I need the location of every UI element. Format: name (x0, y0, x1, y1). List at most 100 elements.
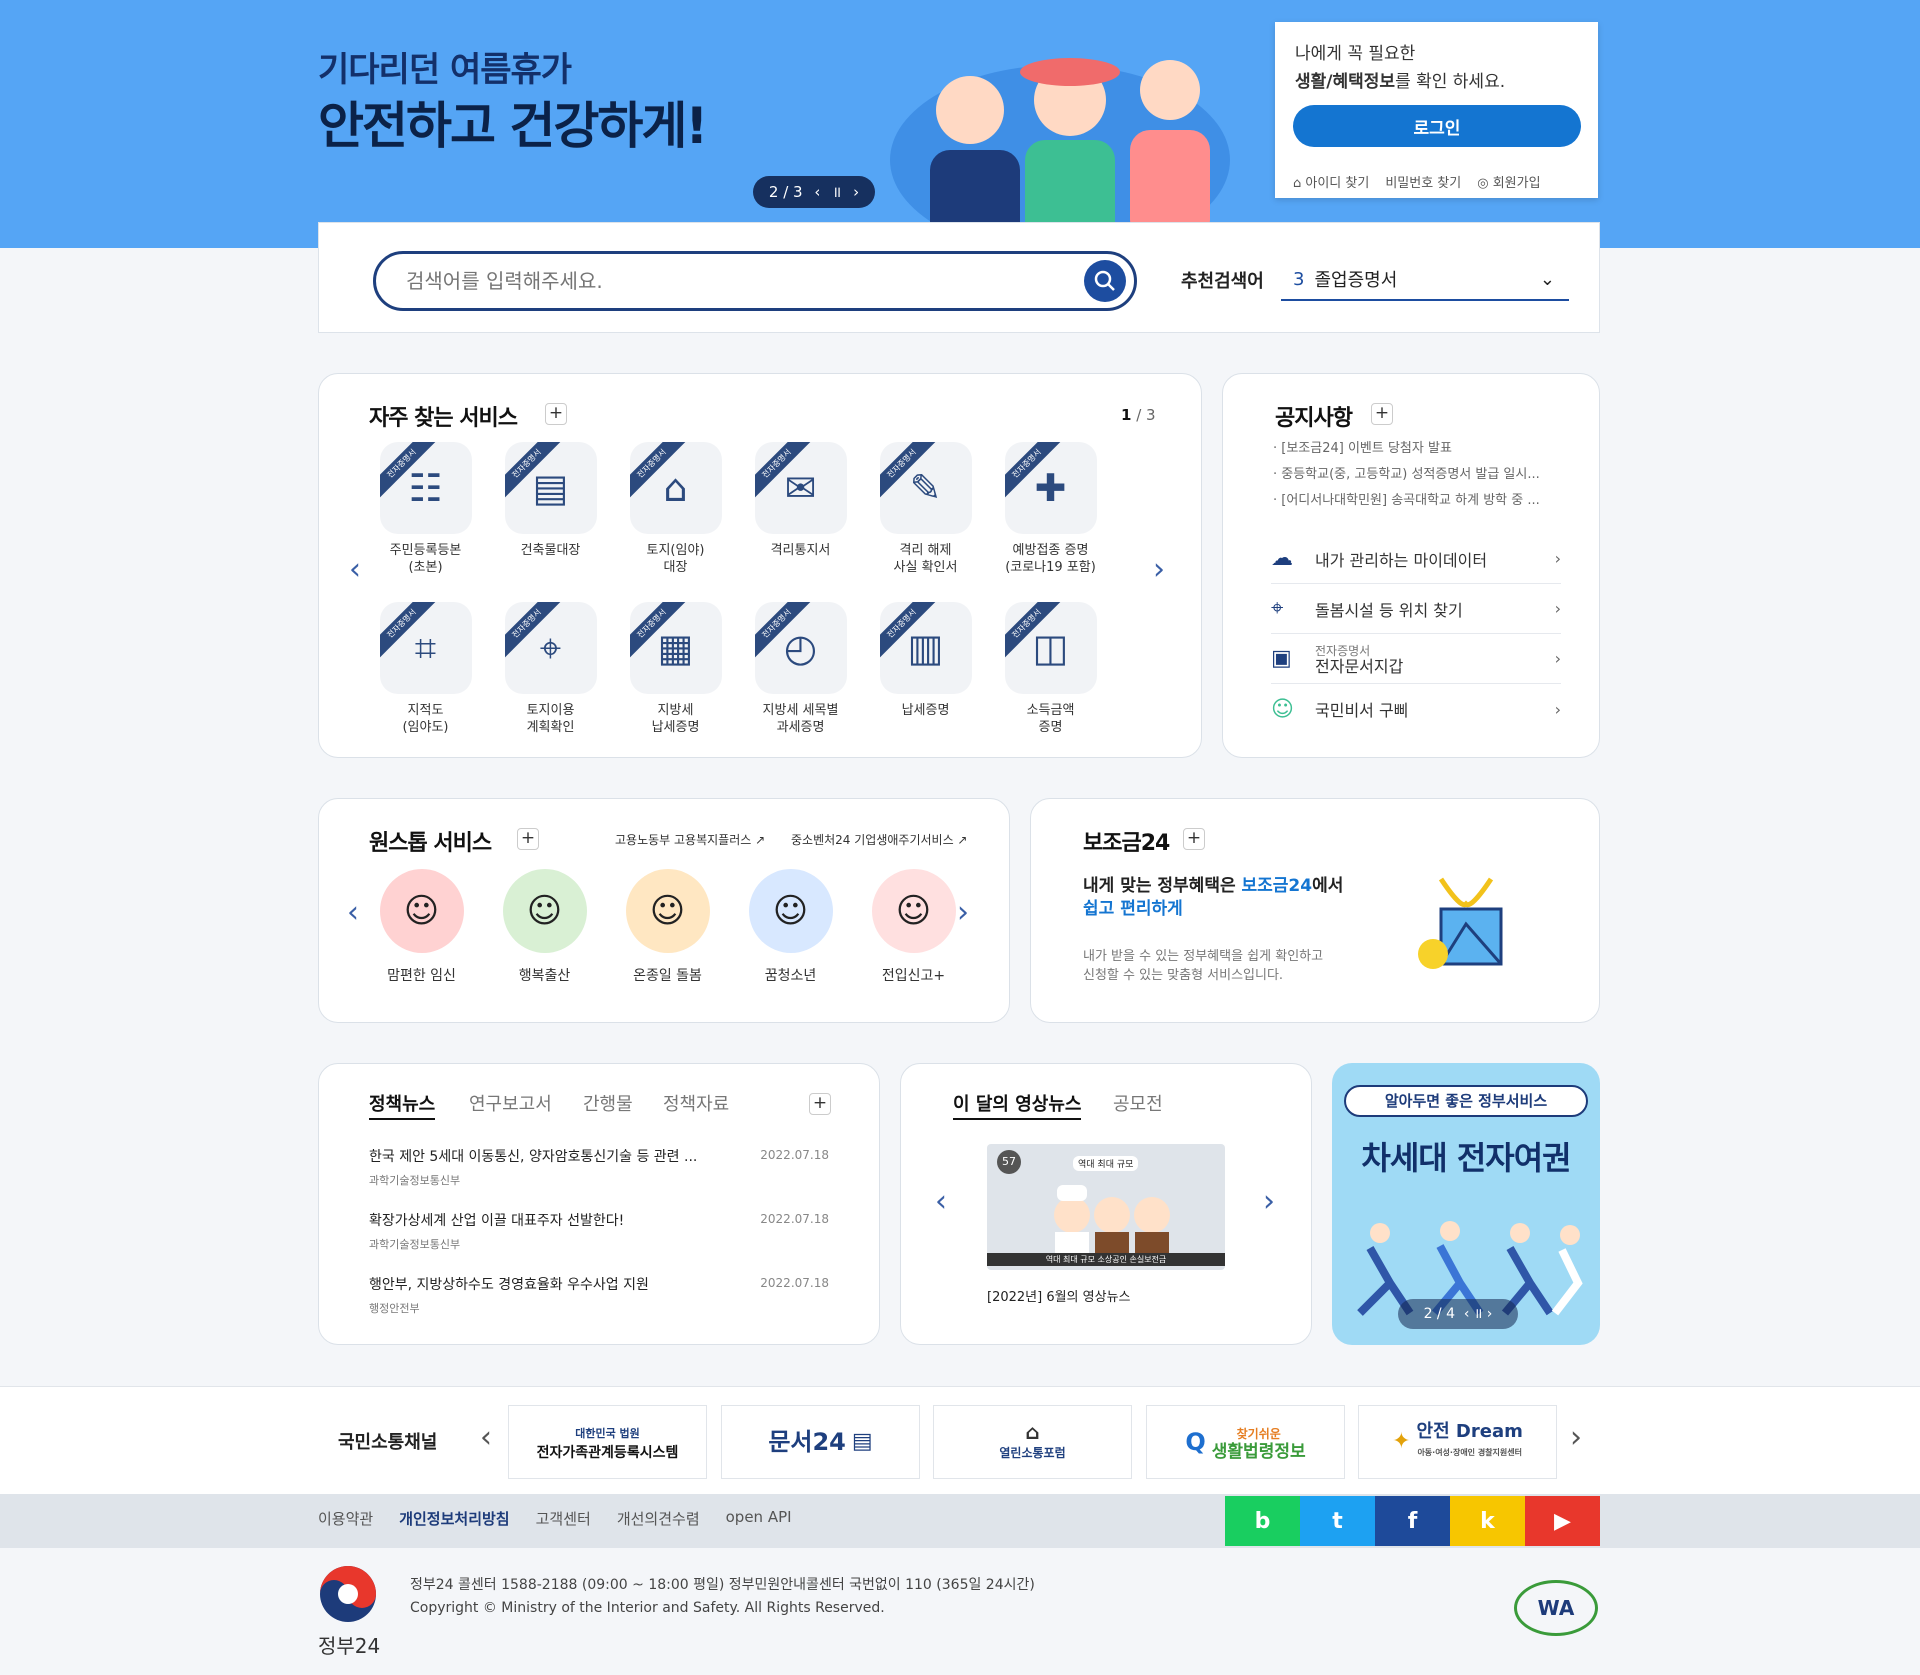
chevron-right-icon[interactable]: › (1570, 1420, 1582, 1455)
onestop-item[interactable]: ☺ 전입신고+ (851, 869, 976, 985)
frequent-service-item[interactable]: 전자증명서 ▥ 납세증명 (863, 602, 988, 719)
service-glyph-icon: ▦ (657, 626, 694, 670)
location-pin-icon: ⌖ (1271, 596, 1284, 621)
frequent-service-item[interactable]: 전자증명서 ▤ 건축물대장 (488, 442, 613, 559)
onestop-link-1[interactable]: 고용노동부 고용복지플러스 ↗ (615, 831, 765, 848)
service-label-line2: (임야도) (402, 720, 449, 735)
service-label: 건축물대장 (488, 542, 613, 559)
onestop-link-2[interactable]: 중소벤처24 기업생애주기서비스 ↗ (791, 831, 967, 848)
more-plus-icon[interactable]: + (545, 403, 567, 425)
service-label-line2: 과세증명 (776, 720, 825, 735)
channel-court-family-registry[interactable]: 대한민국 법원 전자가족관계등록시스템 (508, 1405, 707, 1479)
chevron-left-icon[interactable]: ‹ (480, 1420, 492, 1455)
onestop-item[interactable]: ☺ 온종일 돌봄 (605, 869, 730, 985)
channel-open-forum[interactable]: ⌂ 열린소통포럼 (933, 1405, 1132, 1479)
cloud-icon: ☁ (1271, 546, 1293, 571)
privacy-policy-link[interactable]: 개인정보처리방침 (399, 1508, 509, 1529)
chevron-left-icon[interactable]: ‹ (347, 895, 359, 930)
tab-publications[interactable]: 간행물 (583, 1090, 633, 1116)
news-item[interactable]: 행안부, 지방상하수도 경영효율화 우수사업 지원 행정안전부 2022.07.… (369, 1274, 829, 1316)
care-facility-link[interactable]: ⌖ 돌봄시설 등 위치 찾기 › (1271, 584, 1561, 634)
search-button[interactable] (1084, 260, 1126, 302)
frequent-service-item[interactable]: 전자증명서 ✎ 격리 해제 사실 확인서 (863, 442, 988, 576)
people-icon: ☺ (772, 891, 809, 931)
tab-research-reports[interactable]: 연구보고서 (469, 1090, 552, 1116)
frequent-service-item[interactable]: 전자증명서 ⌖ 토지이용 계획확인 (488, 602, 613, 736)
channel-label-line2: 전자가족관계등록시스템 (536, 1444, 679, 1461)
onestop-label: 온종일 돌봄 (633, 968, 702, 984)
kakao-story-icon[interactable]: k (1450, 1496, 1525, 1546)
chevron-left-icon[interactable]: ‹ (349, 552, 361, 587)
next-icon[interactable]: › (853, 183, 859, 201)
subsidy-desc-line1: 내가 받을 수 있는 정부혜택을 쉽게 확인하고 (1083, 949, 1324, 964)
frequent-service-item[interactable]: 전자증명서 ☷ 주민등록등본 (초본) (363, 442, 488, 576)
more-plus-icon[interactable]: + (517, 828, 539, 850)
more-plus-icon[interactable]: + (1183, 828, 1205, 850)
chevron-right-icon[interactable]: › (1263, 1184, 1275, 1219)
subsidy-card: 보조금24 + 내게 맞는 정부혜택은 보조금24에서 쉽고 편리하게 내가 받… (1030, 798, 1600, 1023)
more-plus-icon[interactable]: + (809, 1093, 831, 1115)
subsidy-desc-line2: 신청할 수 있는 맞춤형 서비스입니다. (1083, 968, 1284, 983)
chevron-down-icon[interactable]: ⌄ (1540, 269, 1555, 290)
search-input[interactable] (406, 266, 1046, 296)
tab-policy-news[interactable]: 정책뉴스 (369, 1090, 436, 1120)
onestop-item[interactable]: ☺ 맘편한 임신 (359, 869, 484, 985)
onestop-item[interactable]: ☺ 꿈청소년 (728, 869, 853, 985)
customer-center-link[interactable]: 고객센터 (536, 1508, 591, 1529)
onestop-card: 원스톱 서비스 + 고용노동부 고용복지플러스 ↗ 중소벤처24 기업생애주기서… (318, 798, 1010, 1023)
notice-item[interactable]: · [어디서나대학민원] 송곡대학교 하계 방학 중 ... (1273, 488, 1540, 514)
hero-banner[interactable]: 기다리던 여름휴가 안전하고 건강하게! 2 / 3 ‹ ॥ › (0, 0, 1920, 248)
onestop-label: 꿈청소년 (764, 968, 817, 984)
blog-icon[interactable]: b (1225, 1496, 1300, 1546)
more-plus-icon[interactable]: + (1371, 403, 1393, 425)
frequent-service-item[interactable]: 전자증명서 ✚ 예방접종 증명 (코로나19 포함) (988, 442, 1113, 576)
open-api-link[interactable]: open API (726, 1508, 792, 1529)
e-wallet-link[interactable]: ▣ 전자증명서 전자문서지갑 › (1271, 634, 1561, 684)
channel-title: 국민소통채널 (338, 1432, 438, 1453)
prev-icon[interactable]: ‹ (814, 183, 820, 201)
channel-safe-dream[interactable]: ✦ 안전 Dream 아동·여성·장애인 경찰지원센터 (1358, 1405, 1557, 1479)
frequent-service-item[interactable]: 전자증명서 ▦ 지방세 납세증명 (613, 602, 738, 736)
login-intro-line2: 생활/혜택정보를 확인 하세요. (1295, 68, 1578, 96)
e-passport-banner[interactable]: 알아두면 좋은 정부서비스 차세대 전자여권 2 / 4 ‹ ॥ › (1332, 1063, 1600, 1345)
frequent-service-item[interactable]: 전자증명서 ✉ 격리통지서 (738, 442, 863, 559)
recommended-search-dropdown[interactable]: 3 졸업증명서 ⌄ (1281, 259, 1569, 301)
service-glyph-icon: ⌂ (663, 466, 688, 510)
terms-link[interactable]: 이용약관 (318, 1508, 373, 1529)
tab-policy-materials[interactable]: 정책자료 (663, 1090, 729, 1116)
frequent-service-item[interactable]: 전자증명서 ⌂ 토지(임야) 대장 (613, 442, 738, 576)
frequent-service-item[interactable]: 전자증명서 ◴ 지방세 세목별 과세증명 (738, 602, 863, 736)
frequent-service-item[interactable]: 전자증명서 ◫ 소득금액 증명 (988, 602, 1113, 736)
feedback-link[interactable]: 개선의견수렴 (617, 1508, 700, 1529)
video-caption[interactable]: [2022년] 6월의 영상뉴스 (987, 1286, 1130, 1305)
chevron-right-icon[interactable]: › (1153, 552, 1165, 587)
frequent-service-item[interactable]: 전자증명서 ⌗ 지적도 (임야도) (363, 602, 488, 736)
news-item[interactable]: 확장가상세계 산업 이끌 대표주자 선발한다! 과학기술정보통신부 2022.0… (369, 1210, 829, 1252)
notice-item[interactable]: · 중등학교(중, 고등학교) 성적증명서 발급 일시... (1273, 462, 1540, 488)
notice-item[interactable]: · [보조금24] 이벤트 당첨자 발표 (1273, 436, 1540, 462)
document-icon: 전자증명서 ▤ (504, 442, 597, 534)
onestop-item[interactable]: ☺ 행복출산 (482, 869, 607, 985)
login-button[interactable]: 로그인 (1293, 105, 1581, 147)
tab-monthly-video-news[interactable]: 이 달의 영상뉴스 (953, 1090, 1082, 1120)
channel-label: ⌂ 열린소통포럼 (999, 1422, 1065, 1462)
channel-munseo24[interactable]: 문서24 ▤ (721, 1405, 920, 1479)
channel-life-law-info[interactable]: Q 찾기쉬운 생활법령정보 (1146, 1405, 1345, 1479)
tab-contest[interactable]: 공모전 (1113, 1090, 1163, 1116)
signup-link[interactable]: ◎ 회원가입 (1477, 172, 1540, 191)
twitter-icon[interactable]: t (1300, 1496, 1375, 1546)
find-id-link[interactable]: ⌂ 아이디 찾기 (1293, 172, 1369, 191)
pause-icon[interactable]: ॥ (832, 182, 841, 202)
footer-logo-text: 정부24 (318, 1634, 381, 1658)
facebook-icon[interactable]: f (1375, 1496, 1450, 1546)
onestop-title: 원스톱 서비스 (369, 831, 492, 856)
mydata-link[interactable]: ☁ 내가 관리하는 마이데이터 › (1271, 534, 1561, 584)
video-thumbnail[interactable]: 57 역대 최대 규모 역대 최대 규모 소상공인 손실보전금 (987, 1144, 1225, 1270)
news-item[interactable]: 한국 제안 5세대 이동통신, 양자암호통신기술 등 관련 ... 과학기술정보… (369, 1146, 829, 1188)
recommended-keyword[interactable]: 졸업증명서 (1314, 266, 1397, 292)
national-secretary-link[interactable]: ☺ 국민비서 구삐 › (1271, 684, 1561, 734)
find-password-link[interactable]: 비밀번호 찾기 (1385, 172, 1461, 191)
chevron-left-icon[interactable]: ‹ (935, 1184, 947, 1219)
channel-label: 안전 Dream 아동·여성·장애인 경찰지원센터 (1417, 1422, 1523, 1462)
youtube-icon[interactable]: ▶ (1525, 1496, 1600, 1546)
